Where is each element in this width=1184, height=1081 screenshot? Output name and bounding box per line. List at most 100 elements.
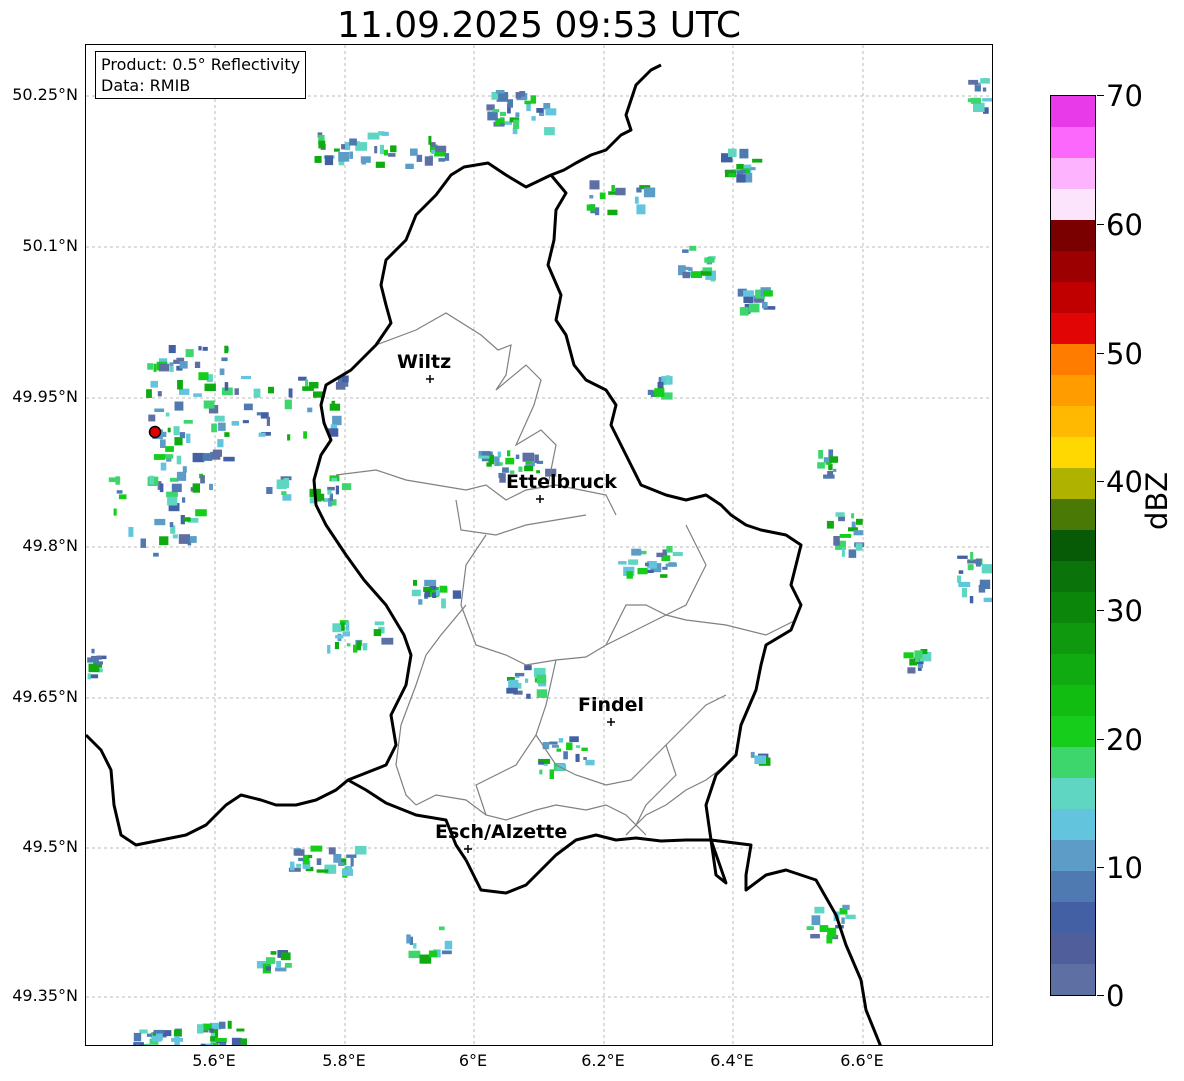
- y-tick-label: 49.95°N: [12, 387, 78, 406]
- radar-echo-cell: [176, 471, 187, 481]
- radar-echo-cell: [160, 439, 166, 448]
- radar-echo-cell: [452, 590, 462, 599]
- radar-echo-cell: [668, 562, 677, 566]
- colorbar-tick: [1097, 224, 1104, 225]
- radar-echo-cell: [526, 693, 531, 699]
- radar-echo-cell: [179, 361, 188, 369]
- radar-echo-cell: [691, 271, 702, 278]
- radar-echo-cell: [566, 742, 573, 751]
- radar-echo-cell: [140, 538, 146, 548]
- radar-echo-cell: [748, 303, 760, 313]
- radar-echo-cell: [266, 416, 270, 426]
- radar-echo-cell: [739, 307, 749, 316]
- radar-echo-cell: [497, 451, 502, 458]
- radar-echo-cell: [192, 483, 200, 493]
- radar-echo-cell: [200, 475, 205, 484]
- colorbar-segment: [1051, 592, 1095, 623]
- radar-echo-cell: [549, 741, 558, 745]
- radar-echo-cell: [173, 426, 180, 436]
- colorbar-label: 70: [1106, 79, 1143, 113]
- radar-echo-cell: [814, 906, 825, 914]
- radar-echo-cell: [647, 389, 654, 395]
- radar-echo-cell: [838, 516, 845, 522]
- radar-echo-cell: [515, 454, 520, 459]
- radar-echo-cell: [115, 476, 120, 485]
- radar-echo-cell: [356, 640, 361, 651]
- y-tick-label: 49.65°N: [12, 687, 78, 706]
- radar-echo-cell: [832, 468, 837, 472]
- radar-echo-cell: [169, 522, 174, 527]
- radar-echo-cell: [182, 497, 186, 503]
- radar-echo-cell: [88, 663, 100, 673]
- radar-echo-cell: [853, 530, 864, 536]
- radar-echo-cell: [324, 155, 334, 166]
- radar-echo-cell: [819, 925, 829, 932]
- radar-echo-cell: [204, 383, 216, 392]
- radar-echo-cell: [432, 592, 437, 598]
- radar-echo-cell: [338, 152, 350, 162]
- radar-echo-cell: [218, 422, 226, 431]
- radar-echo-cell: [288, 388, 293, 398]
- radar-echo-cell: [665, 375, 670, 385]
- city-label-esch-alzette: Esch/Alzette: [435, 821, 568, 843]
- radar-echo-cell: [147, 363, 154, 370]
- colorbar-segment: [1051, 96, 1095, 127]
- radar-echo-cell: [193, 393, 202, 397]
- colorbar-label: 20: [1106, 723, 1143, 757]
- radar-echo-cell: [168, 345, 176, 354]
- radar-echo-cell: [556, 748, 561, 752]
- colorbar-segment: [1051, 840, 1095, 871]
- colorbar-segment: [1051, 468, 1095, 499]
- radar-echo-cell: [195, 509, 207, 517]
- radar-echo-cell: [439, 585, 448, 593]
- colorbar-tick: [1097, 739, 1104, 740]
- colorbar-segment: [1051, 158, 1095, 189]
- radar-echo-cell: [702, 267, 713, 272]
- radar-echo-cell: [153, 454, 166, 460]
- x-tick-label: 5.8°E: [322, 1051, 366, 1070]
- radar-echo-cell: [334, 148, 340, 152]
- radar-echo-cell: [164, 454, 174, 459]
- radar-echo-cell: [413, 579, 417, 586]
- radar-echo-cell: [968, 79, 979, 85]
- colorbar-tick: [1097, 995, 1104, 996]
- radar-echo-cell: [284, 399, 292, 410]
- radar-echo-cell: [327, 489, 332, 495]
- radar-echo-cell: [981, 564, 992, 574]
- radar-echo-cell: [435, 145, 447, 152]
- radar-echo-cell: [973, 102, 985, 112]
- radar-echo-cell: [500, 111, 506, 116]
- radar-echo-cell: [515, 92, 522, 99]
- radar-echo-cell: [536, 108, 544, 113]
- radar-echo-cell: [374, 621, 385, 626]
- radar-echo-cell: [335, 382, 346, 390]
- radar-echo-cell: [444, 153, 450, 161]
- colorbar-segment: [1051, 623, 1095, 654]
- radar-echo-cell: [499, 123, 505, 127]
- radar-echo-cell: [166, 491, 178, 498]
- radar-echo-cell: [174, 437, 183, 446]
- radar-echo-cell: [826, 520, 834, 529]
- radar-echo-cell: [258, 432, 266, 437]
- radar-echo-cell: [506, 687, 518, 694]
- radar-echo-cell: [172, 534, 178, 539]
- radar-echo-cell: [355, 142, 368, 151]
- radar-echo-cell: [383, 149, 388, 156]
- radar-echo-cell: [153, 363, 157, 372]
- radar-echo-cell: [194, 361, 201, 368]
- radar-echo-cell: [845, 914, 856, 920]
- radar-echo-cell: [524, 665, 532, 671]
- city-markers: [426, 375, 615, 853]
- radar-echo-cell: [186, 433, 191, 443]
- radar-echo-cell: [637, 567, 648, 575]
- radar-echo-cell: [90, 674, 99, 679]
- radar-echo-cell: [329, 403, 341, 411]
- radar-echo-cell: [507, 99, 513, 108]
- radar-echo-cell: [626, 571, 633, 579]
- radar-echo-cell: [185, 349, 194, 357]
- product-info-box: Product: 0.5° Reflectivity Data: RMIB: [95, 51, 307, 99]
- radar-map[interactable]: [85, 44, 993, 1046]
- radar-echo-cell: [763, 290, 773, 297]
- radar-echo-cell: [153, 552, 159, 557]
- radar-echo-cell: [817, 462, 825, 469]
